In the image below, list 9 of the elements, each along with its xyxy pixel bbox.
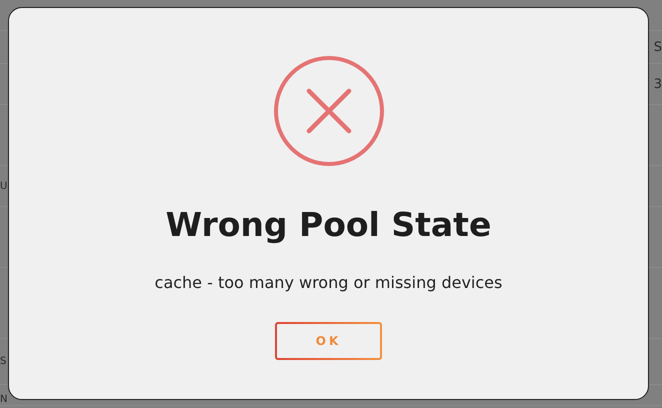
dialog-title: Wrong Pool State bbox=[166, 205, 492, 244]
dialog-message: cache - too many wrong or missing devices bbox=[154, 273, 502, 292]
background-text: S bbox=[0, 356, 6, 367]
background-text: S bbox=[654, 40, 662, 54]
error-icon bbox=[272, 55, 384, 167]
background-text: N bbox=[0, 394, 8, 405]
background-text: 3 bbox=[654, 76, 662, 92]
background-text: U bbox=[0, 180, 8, 192]
ok-button[interactable]: OK bbox=[275, 322, 382, 360]
